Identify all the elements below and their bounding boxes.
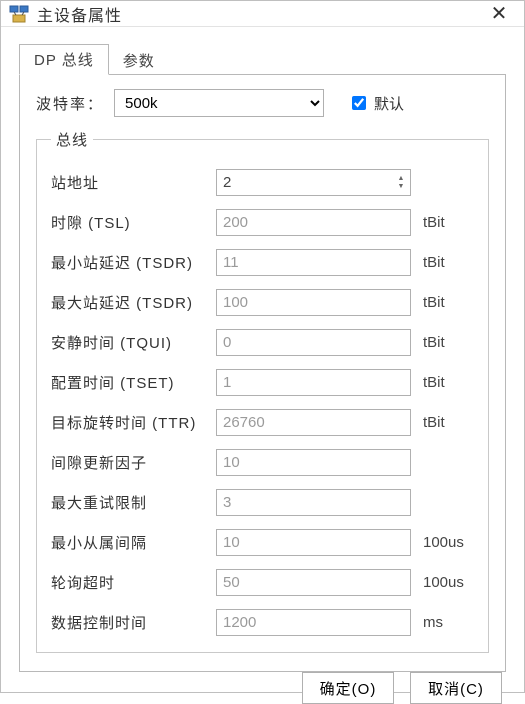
- tqui-label: 安静时间 (TQUI): [51, 332, 216, 353]
- slave-field: [216, 529, 411, 556]
- field-row-mintsdr: 最小站延迟 (TSDR) tBit: [51, 242, 474, 282]
- cancel-button[interactable]: 取消(C): [410, 672, 502, 704]
- tset-field: [216, 369, 411, 396]
- ttr-field: [216, 409, 411, 436]
- addr-input[interactable]: [216, 169, 411, 196]
- maxtsdr-field: [216, 289, 411, 316]
- tsl-label: 时隙 (TSL): [51, 212, 216, 233]
- addr-field: ▲▼: [216, 169, 411, 196]
- poll-label: 轮询超时: [51, 572, 216, 593]
- field-row-retry: 最大重试限制: [51, 482, 474, 522]
- mintsdr-label: 最小站延迟 (TSDR): [51, 252, 216, 273]
- field-row-ttr: 目标旋转时间 (TTR) tBit: [51, 402, 474, 442]
- field-row-tset: 配置时间 (TSET) tBit: [51, 362, 474, 402]
- addr-spinner[interactable]: ▲▼: [393, 171, 409, 194]
- poll-input: [216, 569, 411, 596]
- tqui-input: [216, 329, 411, 356]
- window-title: 主设备属性: [37, 2, 484, 26]
- default-checkbox-wrap[interactable]: 默认: [348, 93, 404, 114]
- tab-bar: DP 总线 参数: [19, 45, 506, 75]
- slave-input: [216, 529, 411, 556]
- tsl-field: [216, 209, 411, 236]
- tsl-input: [216, 209, 411, 236]
- titlebar: 主设备属性 ✕: [1, 1, 524, 27]
- dctrl-unit: ms: [423, 614, 443, 631]
- default-checkbox-label: 默认: [374, 93, 404, 114]
- slave-unit: 100us: [423, 534, 464, 551]
- ttr-input: [216, 409, 411, 436]
- dctrl-input: [216, 609, 411, 636]
- field-row-tqui: 安静时间 (TQUI) tBit: [51, 322, 474, 362]
- dialog-footer: 确定(O) 取消(C): [1, 672, 524, 704]
- field-row-slave: 最小从属间隔 100us: [51, 522, 474, 562]
- ok-button[interactable]: 确定(O): [302, 672, 394, 704]
- field-row-dctrl: 数据控制时间 ms: [51, 602, 474, 642]
- tset-input: [216, 369, 411, 396]
- retry-label: 最大重试限制: [51, 492, 216, 513]
- dctrl-field: [216, 609, 411, 636]
- addr-spin-up-icon[interactable]: ▲: [393, 175, 409, 182]
- tset-unit: tBit: [423, 374, 445, 391]
- maxtsdr-input: [216, 289, 411, 316]
- dialog-window: 主设备属性 ✕ DP 总线 参数 波特率： 500k 默认 总线 站地址 ▲▼ 时隙…: [0, 0, 525, 693]
- content-area: DP 总线 参数 波特率： 500k 默认 总线 站地址 ▲▼ 时隙 (TSL) tB…: [1, 27, 524, 672]
- bus-group: 总线 站地址▲▼时隙 (TSL)tBit最小站延迟 (TSDR)tBit最大站延…: [36, 129, 489, 653]
- mintsdr-field: [216, 249, 411, 276]
- field-row-addr: 站地址 ▲▼: [51, 162, 474, 202]
- retry-input: [216, 489, 411, 516]
- field-row-tsl: 时隙 (TSL) tBit: [51, 202, 474, 242]
- tqui-field: [216, 329, 411, 356]
- tsl-unit: tBit: [423, 214, 445, 231]
- ttr-label: 目标旋转时间 (TTR): [51, 412, 216, 433]
- field-row-poll: 轮询超时 100us: [51, 562, 474, 602]
- baud-select[interactable]: 500k: [114, 89, 324, 117]
- gap-label: 间隙更新因子: [51, 452, 216, 473]
- mintsdr-input: [216, 249, 411, 276]
- poll-unit: 100us: [423, 574, 464, 591]
- tab-panel: 波特率： 500k 默认 总线 站地址▲▼时隙 (TSL)tBit最小站延迟 (…: [19, 75, 506, 672]
- addr-label: 站地址: [51, 172, 216, 193]
- ttr-unit: tBit: [423, 414, 445, 431]
- dctrl-label: 数据控制时间: [51, 612, 216, 633]
- mintsdr-unit: tBit: [423, 254, 445, 271]
- app-icon: [9, 4, 29, 24]
- tqui-unit: tBit: [423, 334, 445, 351]
- addr-spin-down-icon[interactable]: ▼: [393, 183, 409, 190]
- maxtsdr-label: 最大站延迟 (TSDR): [51, 292, 216, 313]
- field-row-maxtsdr: 最大站延迟 (TSDR) tBit: [51, 282, 474, 322]
- gap-field: [216, 449, 411, 476]
- tab-dp-bus[interactable]: DP 总线: [19, 44, 109, 75]
- field-row-gap: 间隙更新因子: [51, 442, 474, 482]
- default-checkbox[interactable]: [352, 96, 366, 110]
- baud-row: 波特率： 500k 默认: [36, 89, 489, 117]
- maxtsdr-unit: tBit: [423, 294, 445, 311]
- slave-label: 最小从属间隔: [51, 532, 216, 553]
- baud-label: 波特率：: [36, 93, 104, 114]
- gap-input: [216, 449, 411, 476]
- bus-group-legend: 总线: [51, 129, 93, 150]
- retry-field: [216, 489, 411, 516]
- close-icon[interactable]: ✕: [484, 1, 514, 26]
- tset-label: 配置时间 (TSET): [51, 372, 216, 393]
- tab-params[interactable]: 参数: [109, 46, 169, 75]
- poll-field: [216, 569, 411, 596]
